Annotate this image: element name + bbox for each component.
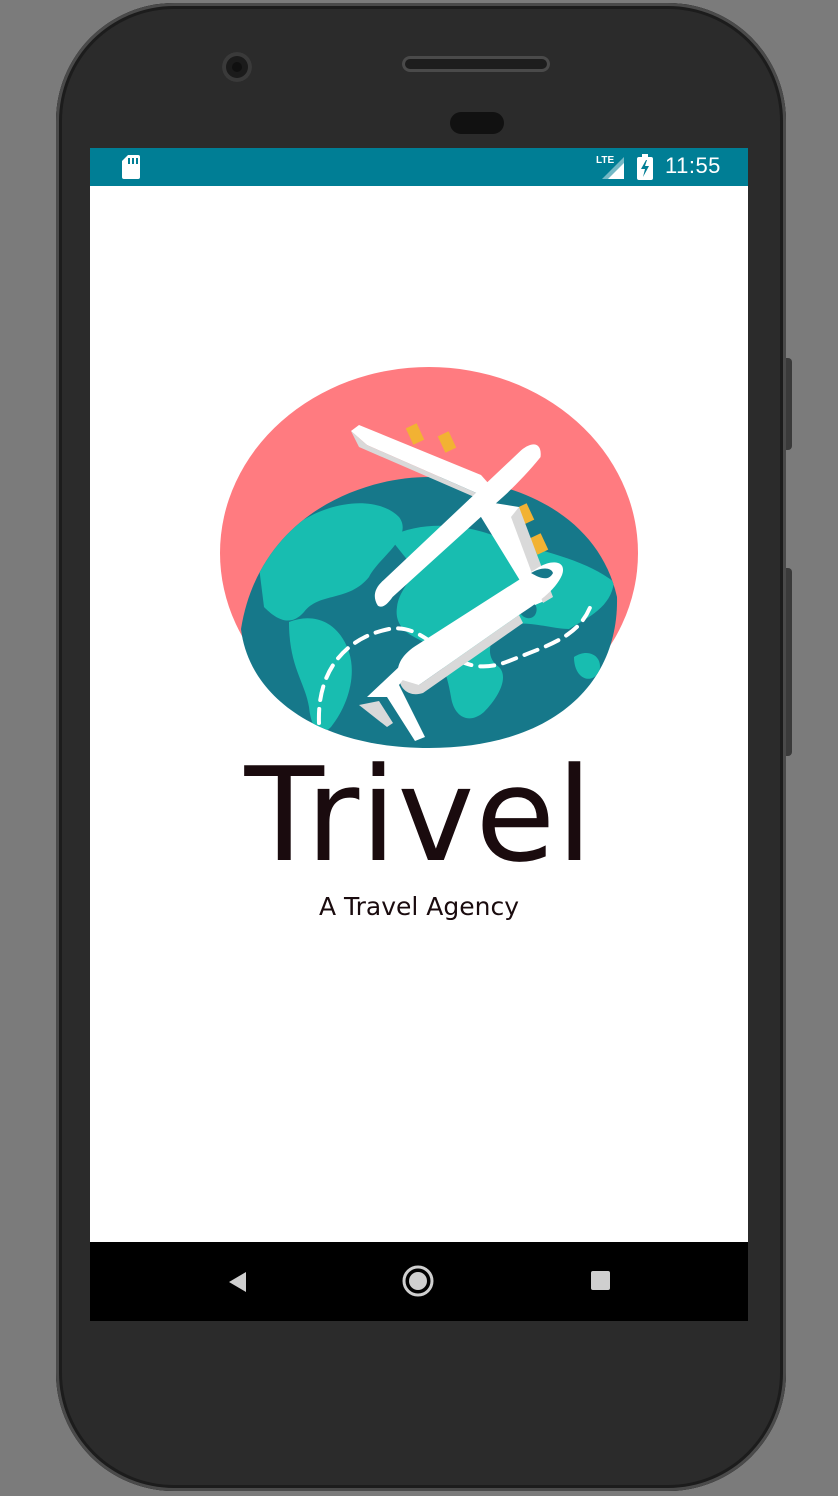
screen: LTE 11:55 Trivel A Travel Agency [90, 148, 748, 1321]
back-icon[interactable] [226, 1270, 250, 1294]
navigation-bar [90, 1242, 748, 1321]
front-camera [222, 52, 252, 82]
status-bar: LTE 11:55 [90, 148, 748, 186]
battery-charging-icon [637, 154, 653, 180]
app-subtitle: A Travel Agency [318, 892, 520, 921]
app-title: Trivel [244, 739, 594, 891]
lte-signal-icon: LTE [596, 155, 624, 179]
status-time: 11:55 [665, 153, 721, 178]
sd-card-icon [122, 155, 140, 179]
proximity-sensor [450, 112, 504, 134]
home-icon[interactable] [402, 1265, 434, 1297]
airplane-globe-logo [220, 367, 638, 748]
recents-icon[interactable] [591, 1271, 610, 1290]
earpiece-speaker [402, 56, 550, 72]
lte-label: LTE [596, 155, 614, 166]
